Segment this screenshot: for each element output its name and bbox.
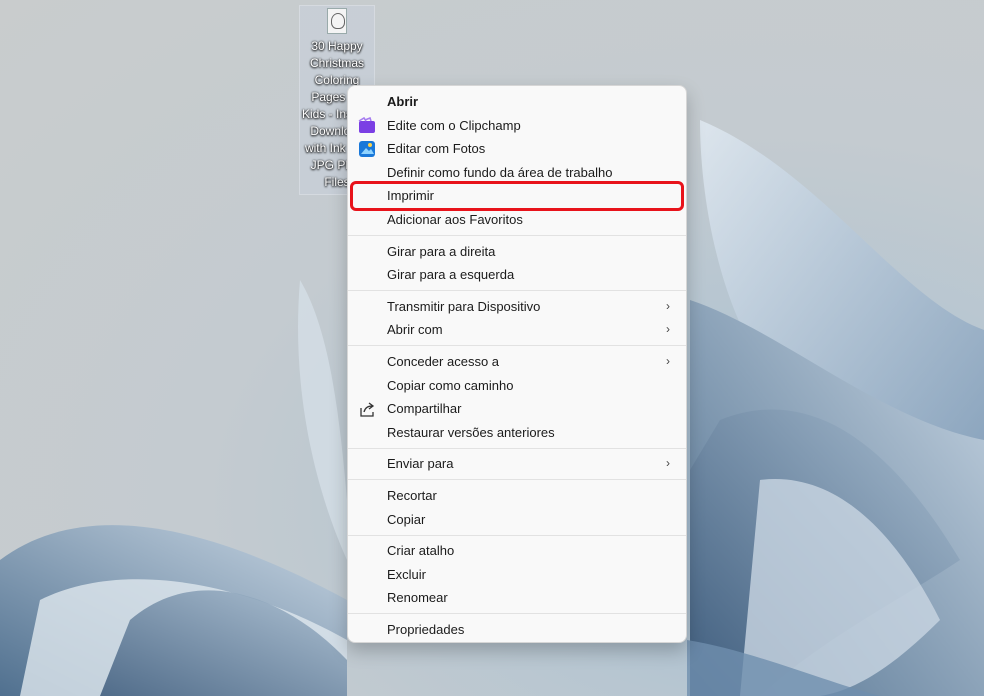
menu-item-label: Editar com Fotos — [387, 141, 486, 157]
menu-separator — [348, 345, 686, 347]
menu-item-renomear[interactable]: Renomear — [352, 586, 682, 610]
menu-item-recortar[interactable]: Recortar — [352, 484, 682, 508]
chevron-right-icon: › — [666, 322, 670, 337]
menu-item-enviar-para[interactable]: Enviar para › — [352, 452, 682, 476]
menu-item-label: Edite com o Clipchamp — [387, 117, 521, 133]
menu-item-label: Criar atalho — [387, 543, 455, 559]
chevron-right-icon: › — [666, 456, 670, 471]
menu-item-restaurar-versoes-anteriores[interactable]: Restaurar versões anteriores — [352, 421, 682, 445]
menu-item-transmitir-para-dispositivo[interactable]: Transmitir para Dispositivo › — [352, 295, 682, 319]
menu-item-copiar-como-caminho[interactable]: Copiar como caminho — [352, 374, 682, 398]
menu-item-label: Enviar para — [387, 456, 454, 472]
menu-item-copiar[interactable]: Copiar — [352, 508, 682, 532]
menu-item-label: Compartilhar — [387, 401, 462, 417]
menu-item-label: Copiar — [387, 511, 426, 527]
menu-item-compartilhar[interactable]: Compartilhar — [352, 397, 682, 421]
menu-item-edite-com-o-clipchamp[interactable]: Edite com o Clipchamp — [352, 114, 682, 138]
menu-item-label: Recortar — [387, 487, 437, 503]
menu-item-label: Abrir com — [387, 322, 443, 338]
menu-item-girar-para-a-direita[interactable]: Girar para a direita — [352, 240, 682, 264]
photos-icon — [358, 140, 376, 158]
share-icon — [358, 400, 376, 418]
menu-item-conceder-acesso-a[interactable]: Conceder acesso a › — [352, 350, 682, 374]
menu-separator — [348, 613, 686, 615]
menu-item-label: Definir como fundo da área de trabalho — [387, 164, 613, 180]
menu-separator — [348, 235, 686, 237]
menu-separator — [348, 290, 686, 292]
menu-item-label: Renomear — [387, 590, 448, 606]
menu-separator — [348, 479, 686, 481]
chevron-right-icon: › — [666, 298, 670, 313]
menu-item-criar-atalho[interactable]: Criar atalho — [352, 539, 682, 563]
menu-item-abrir[interactable]: Abrir — [352, 90, 682, 114]
menu-item-label: Propriedades — [387, 621, 465, 637]
menu-item-label: Girar para a esquerda — [387, 267, 515, 283]
menu-item-label: Conceder acesso a — [387, 353, 500, 369]
chevron-right-icon: › — [666, 353, 670, 368]
menu-item-label: Abrir — [387, 94, 419, 109]
menu-item-label: Transmitir para Dispositivo — [387, 298, 541, 314]
menu-item-label: Girar para a direita — [387, 243, 496, 259]
image-file-icon — [327, 8, 347, 34]
menu-separator — [348, 534, 686, 536]
menu-separator — [348, 447, 686, 449]
menu-item-label: Excluir — [387, 566, 427, 582]
menu-item-label: Restaurar versões anteriores — [387, 424, 555, 440]
menu-item-abrir-com[interactable]: Abrir com › — [352, 318, 682, 342]
menu-item-propriedades[interactable]: Propriedades — [352, 618, 682, 642]
menu-item-excluir[interactable]: Excluir — [352, 563, 682, 587]
menu-item-girar-para-a-esquerda[interactable]: Girar para a esquerda — [352, 263, 682, 287]
menu-item-editar-com-fotos[interactable]: Editar com Fotos — [352, 137, 682, 161]
menu-item-label: Adicionar aos Favoritos — [387, 211, 523, 227]
highlight-box — [350, 181, 684, 211]
menu-item-adicionar-aos-favoritos[interactable]: Adicionar aos Favoritos — [352, 208, 682, 232]
menu-item-label: Copiar como caminho — [387, 377, 514, 393]
clipchamp-icon — [358, 116, 376, 135]
context-menu: Abrir Edite com o Clipchamp Editar com Fot… — [347, 85, 687, 643]
